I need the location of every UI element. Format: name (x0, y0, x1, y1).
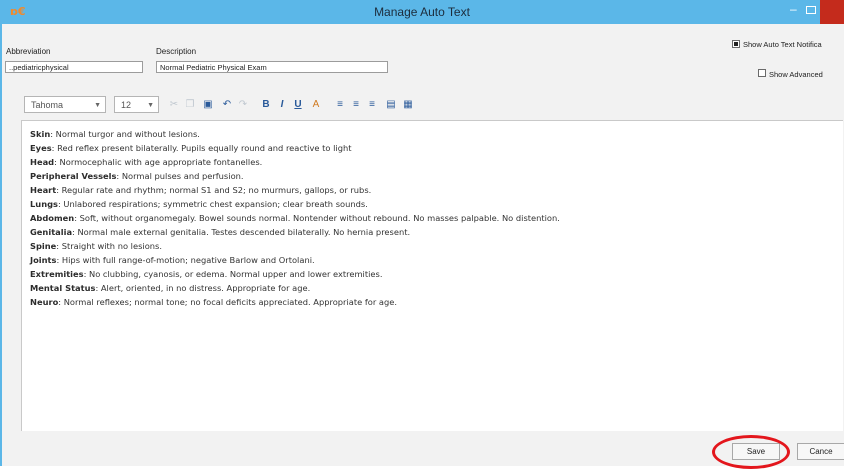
content-text: : Normal pulses and perfusion. (116, 171, 244, 181)
content-text: : Straight with no lesions. (56, 241, 163, 251)
content-line: Skin: Normal turgor and without lesions. (30, 129, 200, 139)
close-icon[interactable] (820, 0, 844, 24)
underline-icon[interactable]: U (291, 98, 305, 112)
content-text: : Normocephalic with age appropriate fon… (54, 157, 263, 167)
content-text: : Alert, oriented, in no distress. Appro… (95, 283, 311, 293)
content-text: : No clubbing, cyanosis, or edema. Norma… (83, 269, 383, 279)
content-heading: Lungs (30, 199, 58, 209)
italic-icon[interactable]: I (275, 98, 289, 112)
content-text: : Normal male external genitalia. Testes… (72, 227, 411, 237)
content-line: Genitalia: Normal male external genitali… (30, 227, 410, 237)
content-heading: Head (30, 157, 55, 167)
content-heading: Heart (30, 185, 57, 195)
description-field[interactable]: Normal Pediatric Physical Exam (156, 61, 388, 73)
content-text: : Hips with full range-of-motion; negati… (56, 255, 315, 265)
table-icon[interactable]: ▦ (401, 98, 415, 112)
align-center-icon[interactable]: ≡ (349, 98, 363, 112)
content-text: : Soft, without organomegaly. Bowel soun… (74, 213, 560, 223)
content-line: Mental Status: Alert, oriented, in no di… (30, 283, 310, 293)
abbreviation-field[interactable]: ..pediatricphysical (5, 61, 143, 73)
abbreviation-label: Abbreviation (6, 47, 51, 56)
paste-icon[interactable]: ▣ (201, 98, 215, 112)
minimize-icon[interactable]: – (790, 2, 797, 16)
content-line: Peripheral Vessels: Normal pulses and pe… (30, 171, 244, 181)
font-color-icon[interactable]: A (309, 98, 323, 112)
content-line: Abdomen: Soft, without organomegaly. Bow… (30, 213, 560, 223)
content-text: : Normal reflexes; normal tone; no focal… (58, 297, 397, 307)
content-line: Heart: Regular rate and rhythm; normal S… (30, 185, 371, 195)
content-heading: Peripheral Vessels (30, 171, 117, 181)
show-notification-label: Show Auto Text Notifica (743, 40, 822, 49)
highlight-circle (712, 435, 790, 469)
formatting-toolbar: Tahoma ▼ 12 ▼ ✂ ❐ ▣ ↶ ↷ B I U A ≡ ≡ ≡ ▤ … (21, 94, 841, 116)
show-notification-checkbox[interactable] (732, 40, 740, 48)
show-advanced-label: Show Advanced (769, 70, 823, 79)
align-right-icon[interactable]: ≡ (365, 98, 379, 112)
maximize-icon[interactable] (806, 6, 816, 14)
align-left-icon[interactable]: ≡ (333, 98, 347, 112)
font-name-select[interactable]: Tahoma ▼ (24, 96, 106, 113)
font-name-value: Tahoma (31, 100, 64, 110)
auto-text-editor[interactable]: Skin: Normal turgor and without lesions.… (21, 120, 843, 431)
content-line: Eyes: Red reflex present bilaterally. Pu… (30, 143, 352, 153)
undo-icon[interactable]: ↶ (220, 98, 234, 112)
window-title: Manage Auto Text (374, 5, 470, 19)
bold-icon[interactable]: B (259, 98, 273, 112)
content-line: Joints: Hips with full range-of-motion; … (30, 255, 315, 265)
content-line: Spine: Straight with no lesions. (30, 241, 162, 251)
cancel-button[interactable]: Cance (797, 443, 844, 460)
content-heading: Extremities (30, 269, 84, 279)
font-size-select[interactable]: 12 ▼ (114, 96, 159, 113)
content-text: : Red reflex present bilaterally. Pupils… (51, 143, 352, 153)
cut-icon[interactable]: ✂ (167, 98, 181, 112)
content-heading: Skin (30, 129, 51, 139)
redo-icon[interactable]: ↷ (236, 98, 250, 112)
content-text: : Regular rate and rhythm; normal S1 and… (56, 185, 372, 195)
content-heading: Eyes (30, 143, 52, 153)
content-heading: Spine (30, 241, 57, 251)
insert-image-icon[interactable]: ▤ (384, 98, 398, 112)
description-label: Description (156, 47, 197, 56)
chevron-down-icon: ▼ (147, 102, 154, 109)
content-text: : Normal turgor and without lesions. (50, 129, 200, 139)
content-line: Extremities: No clubbing, cyanosis, or e… (30, 269, 383, 279)
font-size-value: 12 (121, 100, 132, 110)
content-heading: Genitalia (30, 227, 73, 237)
content-heading: Abdomen (30, 213, 75, 223)
chevron-down-icon: ▼ (94, 102, 101, 109)
content-heading: Joints (30, 255, 57, 265)
content-line: Neuro: Normal reflexes; normal tone; no … (30, 297, 397, 307)
content-line: Lungs: Unlabored respirations; symmetric… (30, 199, 368, 209)
content-text: : Unlabored respirations; symmetric ches… (57, 199, 368, 209)
content-line: Head: Normocephalic with age appropriate… (30, 157, 262, 167)
title-bar: ɒ€ Manage Auto Text – (0, 0, 844, 24)
content-heading: Neuro (30, 297, 59, 307)
show-advanced-checkbox[interactable] (758, 69, 766, 77)
copy-icon[interactable]: ❐ (183, 98, 197, 112)
content-heading: Mental Status (30, 283, 96, 293)
